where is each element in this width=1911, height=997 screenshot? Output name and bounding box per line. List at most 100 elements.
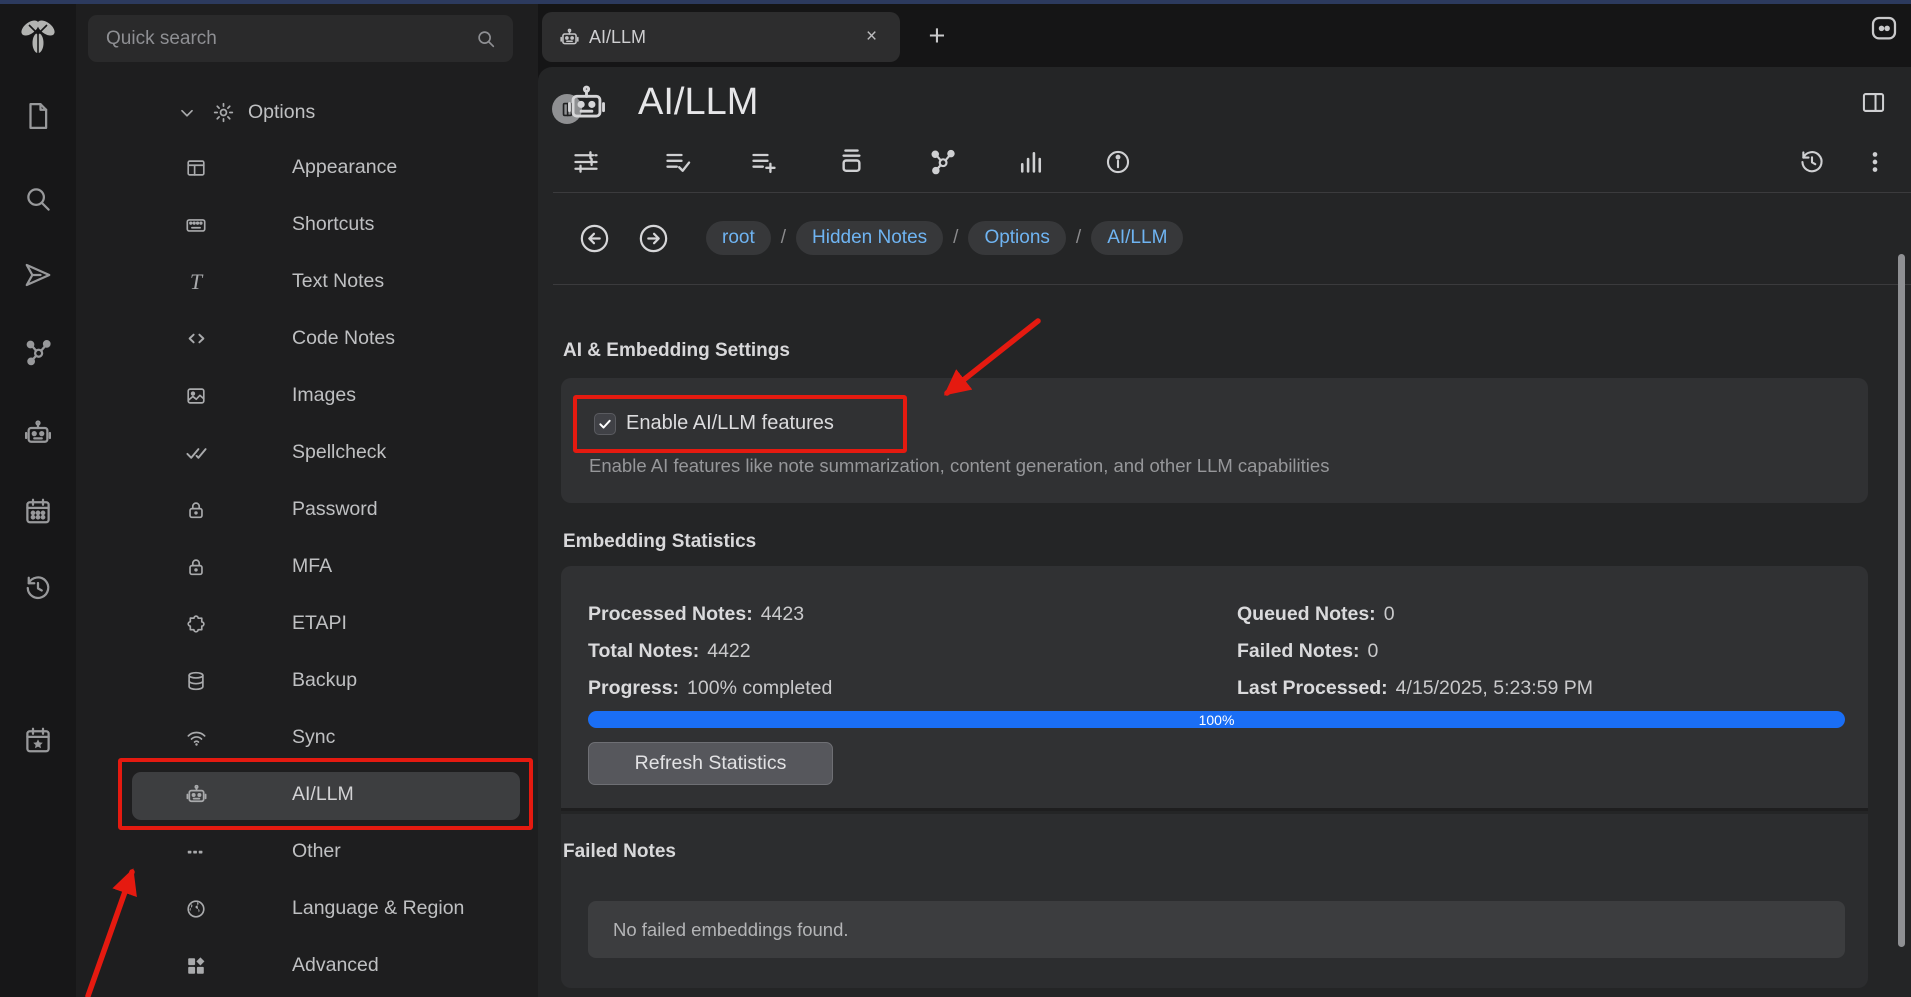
tree-item-language-region[interactable]: Language & Region <box>76 880 538 937</box>
breadcrumb-separator: / <box>1076 227 1081 249</box>
breadcrumb-item-ai-llm[interactable]: AI/LLM <box>1091 221 1183 255</box>
tree-item-label[interactable]: Language & Region <box>292 897 464 920</box>
tree-item-label[interactable]: Backup <box>292 669 357 692</box>
note-title[interactable]: AI/LLM <box>638 81 758 124</box>
breadcrumb-separator: / <box>781 227 786 249</box>
progress-percent-label: 100% <box>1199 713 1235 727</box>
tree-item-label[interactable]: Appearance <box>292 156 397 179</box>
section-heading-failed: Failed Notes <box>563 841 676 863</box>
stat-value: 4422 <box>707 640 750 663</box>
tree-item-label[interactable]: Text Notes <box>292 270 384 293</box>
section-heading-stats: Embedding Statistics <box>563 531 756 553</box>
tree-item-code-notes[interactable]: Code Notes <box>76 310 538 367</box>
tree-item-label[interactable]: Password <box>292 498 378 521</box>
kebab-menu-icon[interactable] <box>1861 148 1889 176</box>
ai-chat-icon[interactable] <box>0 418 76 448</box>
wifi-icon <box>184 726 208 750</box>
spellcheck-icon <box>184 441 208 465</box>
quick-search[interactable] <box>88 15 513 62</box>
lock-icon <box>184 555 208 579</box>
grid-icon <box>184 954 208 978</box>
stat-label: Last Processed: <box>1237 677 1388 700</box>
tree-item-label[interactable]: MFA <box>292 555 332 578</box>
breadcrumb-item-options[interactable]: Options <box>968 221 1065 255</box>
ribbon-similar-notes-icon[interactable] <box>1017 148 1045 176</box>
tree-item-label[interactable]: Options <box>248 101 315 124</box>
quick-search-input[interactable] <box>88 28 475 50</box>
stat-label: Total Notes: <box>588 640 699 663</box>
chevron-down-icon[interactable] <box>176 102 198 124</box>
tree-item-spellcheck[interactable]: Spellcheck <box>76 424 538 481</box>
note-title-robot-icon <box>565 82 608 125</box>
ellipsis-icon <box>184 840 208 864</box>
note-map-icon[interactable] <box>0 337 76 367</box>
tree-item-label[interactable]: Advanced <box>292 954 379 977</box>
note-revisions-icon[interactable] <box>1798 148 1826 176</box>
tree-item-label[interactable]: Other <box>292 840 341 863</box>
tree-item-label[interactable]: ETAPI <box>292 612 347 635</box>
search-icon[interactable] <box>0 184 76 214</box>
keyboard-icon <box>184 213 208 237</box>
breadcrumb: root / Hidden Notes / Options / AI/LLM <box>578 221 1183 255</box>
scrollbar-thumb[interactable] <box>1898 254 1905 947</box>
chat-bubble-icon[interactable] <box>1869 14 1899 44</box>
annotation-box-tree-ai-llm <box>118 758 533 830</box>
jump-to-icon[interactable] <box>0 260 76 290</box>
tree-item-appearance[interactable]: Appearance <box>76 139 538 196</box>
search-icon[interactable] <box>475 28 497 50</box>
history-back-icon[interactable] <box>578 222 611 255</box>
stat-label: Progress: <box>588 677 679 700</box>
tree-item-other[interactable]: Other <box>76 823 538 880</box>
tree-item-mfa[interactable]: MFA <box>76 538 538 595</box>
tree-item-label[interactable]: Code Notes <box>292 327 395 350</box>
stat-value: 0 <box>1384 603 1395 626</box>
stat-label: Queued Notes: <box>1237 603 1376 626</box>
tree-item-backup[interactable]: Backup <box>76 652 538 709</box>
robot-icon <box>559 27 580 48</box>
image-icon <box>184 384 208 408</box>
breadcrumb-item-hidden-notes[interactable]: Hidden Notes <box>796 221 943 255</box>
tree-item-shortcuts[interactable]: Shortcuts <box>76 196 538 253</box>
tab-title[interactable]: AI/LLM <box>589 27 646 48</box>
stat-label: Processed Notes: <box>588 603 753 626</box>
tree-item-label[interactable]: Shortcuts <box>292 213 374 236</box>
tree-item-etapi[interactable]: ETAPI <box>76 595 538 652</box>
stat-processed-notes: Processed Notes: 4423 <box>588 596 832 633</box>
stat-value: 4423 <box>761 603 804 626</box>
bookmarks-icon[interactable] <box>0 725 76 755</box>
ribbon-note-paths-icon[interactable] <box>837 146 866 175</box>
tree-item-label[interactable]: Spellcheck <box>292 441 386 464</box>
divider <box>553 192 1911 193</box>
tree-item-images[interactable]: Images <box>76 367 538 424</box>
stat-progress: Progress: 100% completed <box>588 670 832 707</box>
tree-item-password[interactable]: Password <box>76 481 538 538</box>
tab-close-icon[interactable]: × <box>866 26 877 48</box>
tree-item-options[interactable]: Options <box>76 84 538 141</box>
new-tab-button[interactable]: + <box>922 17 952 55</box>
recent-changes-icon[interactable] <box>0 573 76 603</box>
stat-value: 4/15/2025, 5:23:59 PM <box>1396 677 1593 700</box>
ribbon-note-info-icon[interactable] <box>1104 148 1132 176</box>
tree-item-text-notes[interactable]: T Text Notes <box>76 253 538 310</box>
stat-value: 0 <box>1367 640 1378 663</box>
ribbon-settings-icon[interactable] <box>572 148 600 176</box>
new-note-icon[interactable] <box>0 101 76 131</box>
ribbon-owned-attributes-icon[interactable] <box>750 148 778 176</box>
gear-icon <box>212 101 236 124</box>
tab-ai-llm[interactable]: AI/LLM × <box>542 12 900 62</box>
stat-value: 100% completed <box>687 677 832 700</box>
tree-item-label[interactable]: Sync <box>292 726 335 749</box>
breadcrumb-item-root[interactable]: root <box>706 221 771 255</box>
history-forward-icon[interactable] <box>637 222 670 255</box>
calendar-icon[interactable] <box>0 496 76 526</box>
database-icon <box>184 669 208 693</box>
refresh-statistics-button[interactable]: Refresh Statistics <box>588 742 833 785</box>
ribbon-note-map-icon[interactable] <box>928 147 957 176</box>
ribbon-basic-properties-icon[interactable] <box>664 148 692 176</box>
tree-item-label[interactable]: Images <box>292 384 356 407</box>
split-view-icon[interactable] <box>1860 89 1887 116</box>
breadcrumb-separator: / <box>953 227 958 249</box>
text-icon: T <box>184 270 208 294</box>
tree-item-advanced[interactable]: Advanced <box>76 937 538 994</box>
stat-last-processed: Last Processed: 4/15/2025, 5:23:59 PM <box>1237 670 1593 707</box>
